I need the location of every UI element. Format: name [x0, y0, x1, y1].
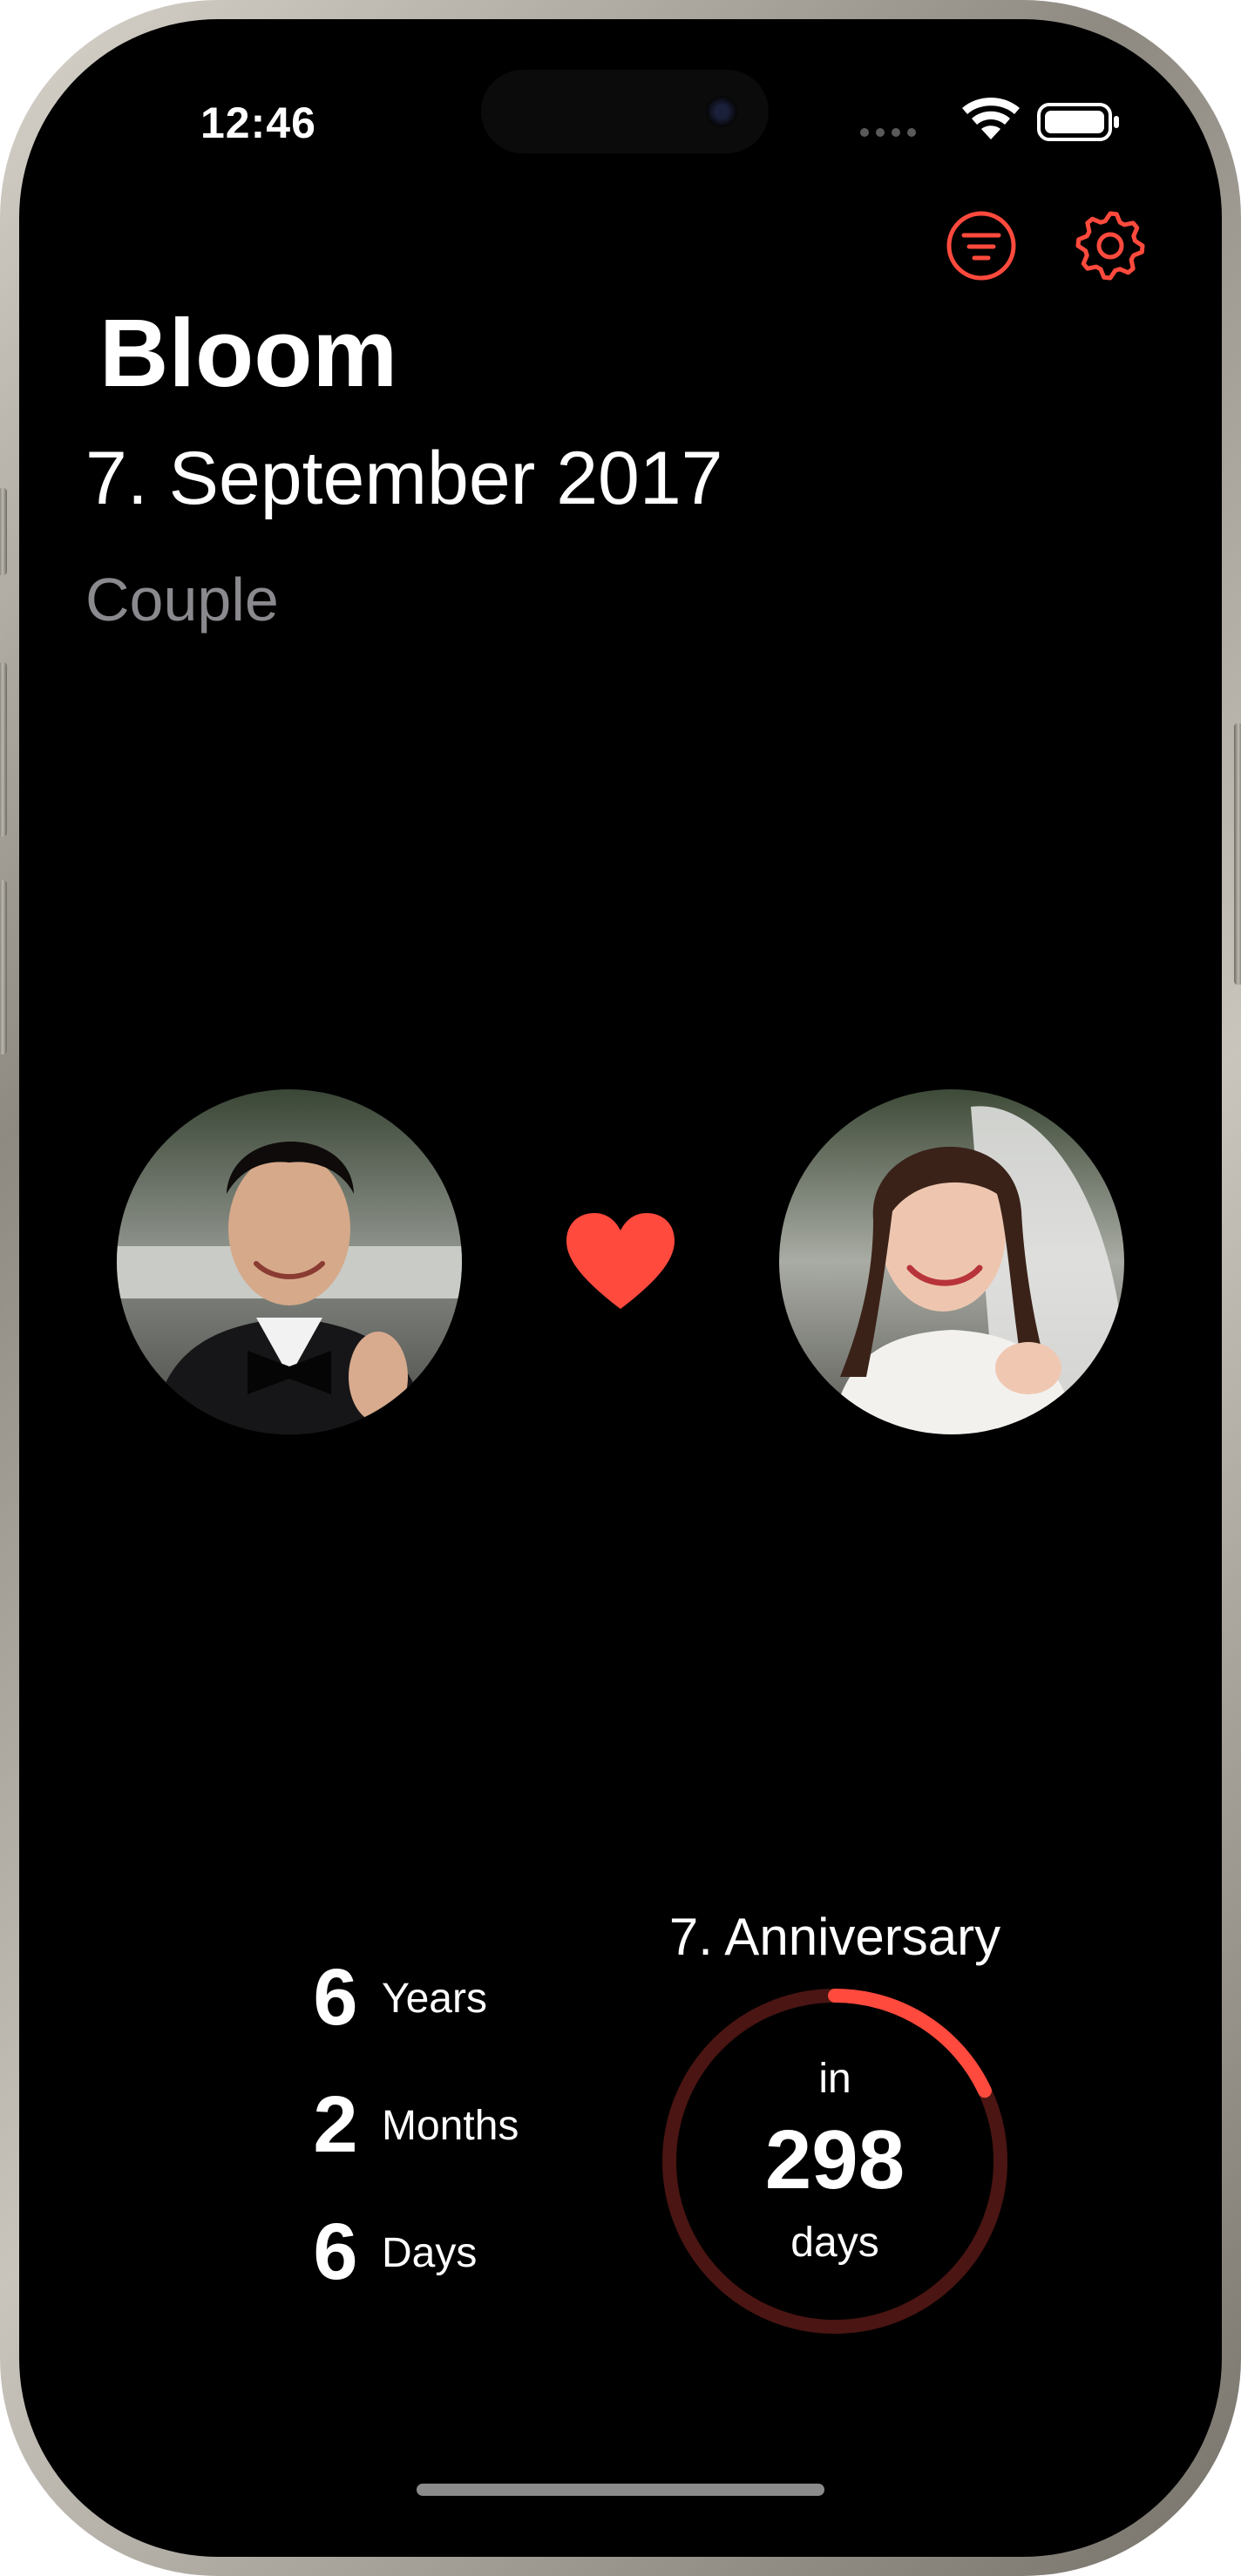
action-button: [0, 488, 7, 575]
bride-avatar[interactable]: [779, 1089, 1124, 1434]
battery-icon: [1037, 103, 1119, 141]
filter-button[interactable]: [938, 202, 1025, 289]
years-label: Years: [382, 1976, 487, 2022]
dynamic-island: [481, 70, 769, 153]
app-title: Bloom: [99, 300, 398, 407]
front-camera: [706, 96, 737, 127]
relationship-label: Couple: [85, 566, 279, 634]
power-button: [1234, 723, 1241, 985]
anniversary-title: 7. Anniversary: [668, 1908, 1001, 1966]
countdown-suffix: days: [790, 2220, 879, 2266]
filter-icon: [946, 211, 1016, 281]
status-indicators: [860, 98, 1119, 141]
start-date: 7. September 2017: [85, 437, 723, 520]
volume-up-button: [0, 662, 7, 837]
countdown-prefix: in: [818, 2056, 851, 2102]
years-value: 6: [313, 1953, 358, 2042]
countdown-days-value: 298: [764, 2113, 905, 2207]
cellular-signal-icon: [860, 128, 916, 137]
wifi-icon: [962, 98, 1020, 139]
heart-icon: [566, 1213, 675, 1309]
settings-button[interactable]: [1067, 202, 1154, 289]
phone-frame: 12:46 Bloom 7. September 2017 Couple 6 Y…: [0, 0, 1241, 2576]
groom-avatar[interactable]: [117, 1089, 462, 1434]
home-indicator[interactable]: [417, 2484, 824, 2496]
days-label: Days: [382, 2230, 478, 2276]
days-value: 6: [313, 2207, 358, 2296]
status-time: 12:46: [200, 98, 316, 147]
app-screen: 12:46 Bloom 7. September 2017 Couple 6 Y…: [19, 19, 1222, 2557]
volume-down-button: [0, 880, 7, 1054]
months-value: 2: [313, 2080, 358, 2169]
gear-icon: [1075, 211, 1145, 281]
months-label: Months: [382, 2103, 519, 2149]
